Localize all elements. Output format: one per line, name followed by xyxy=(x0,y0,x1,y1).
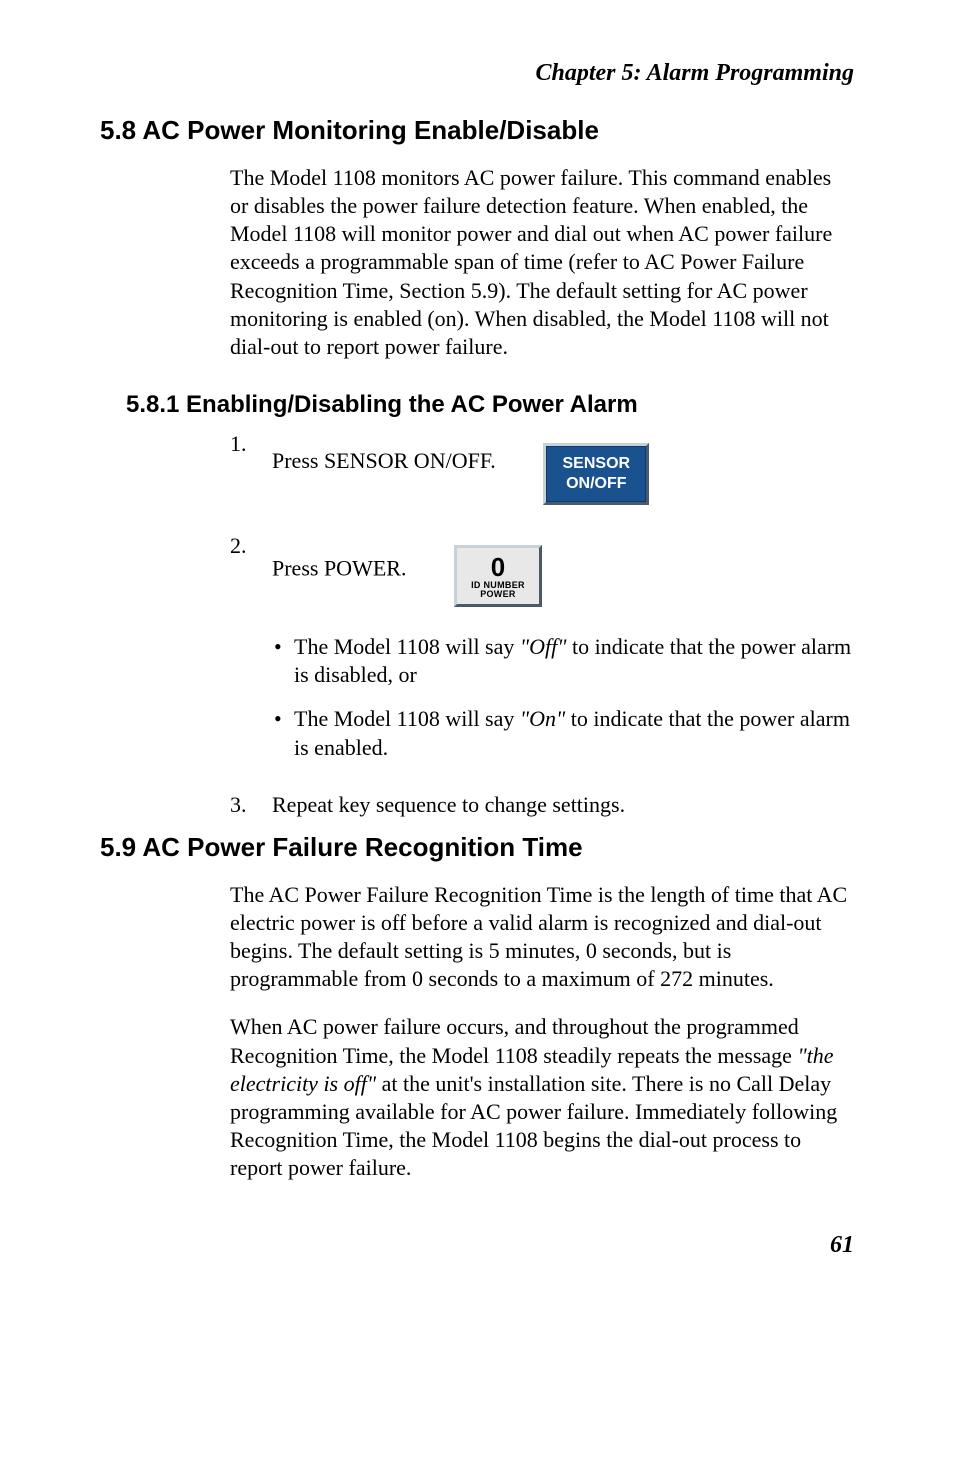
bullet-off-pre: The Model 1108 will say xyxy=(294,634,520,659)
steps-list: 1. Press SENSOR ON/OFF. SENSOR ON/OFF 2.… xyxy=(230,431,854,818)
section-5-9-para2: When AC power failure occurs, and throug… xyxy=(230,1013,854,1182)
section-5-9-para2-pre: When AC power failure occurs, and throug… xyxy=(230,1014,799,1067)
bullet-on-italic: "On" xyxy=(520,706,565,731)
bullet-on: The Model 1108 will say "On" to indicate… xyxy=(272,705,854,761)
step-1-number: 1. xyxy=(230,431,272,519)
page-number: 61 xyxy=(100,1232,854,1259)
bullet-off-italic: "Off" xyxy=(520,634,567,659)
sensor-key-line2: ON/OFF xyxy=(546,474,646,494)
sensor-onoff-key-icon: SENSOR ON/OFF xyxy=(543,443,649,505)
step-2-number: 2. xyxy=(230,533,272,778)
page-container: Chapter 5: Alarm Programming 5.8 AC Powe… xyxy=(0,0,954,1299)
step-2-body: Press POWER. 0 ID NUMBER POWER The Model… xyxy=(272,533,854,778)
section-5-9-para1: The AC Power Failure Recognition Time is… xyxy=(230,881,854,994)
bullet-on-pre: The Model 1108 will say xyxy=(294,706,520,731)
section-5-9-body: The AC Power Failure Recognition Time is… xyxy=(230,881,854,1183)
step-3-text: Repeat key sequence to change settings. xyxy=(272,792,625,817)
section-5-8-body: The Model 1108 monitors AC power failure… xyxy=(230,164,854,361)
step-2-bullets: The Model 1108 will say "Off" to indicat… xyxy=(272,633,854,762)
section-5-8-1-heading: 5.8.1 Enabling/Disabling the AC Power Al… xyxy=(126,391,854,419)
sensor-onoff-key: SENSOR ON/OFF xyxy=(543,443,649,505)
section-5-8-heading: 5.8 AC Power Monitoring Enable/Disable xyxy=(100,115,854,146)
section-5-8-paragraph: The Model 1108 monitors AC power failure… xyxy=(230,164,854,361)
sensor-key-line1: SENSOR xyxy=(546,454,646,474)
power-key-digit: 0 xyxy=(457,554,539,580)
step-1-body: Press SENSOR ON/OFF. SENSOR ON/OFF xyxy=(272,431,854,519)
step-1-text: Press SENSOR ON/OFF. xyxy=(272,448,496,473)
step-3-number: 3. xyxy=(230,792,272,818)
power-key-sub2: POWER xyxy=(457,590,539,599)
section-5-9-heading: 5.9 AC Power Failure Recognition Time xyxy=(100,832,854,863)
step-3-body: Repeat key sequence to change settings. xyxy=(272,792,854,818)
step-3: 3. Repeat key sequence to change setting… xyxy=(230,792,854,818)
bullet-off: The Model 1108 will say "Off" to indicat… xyxy=(272,633,854,689)
step-2-text: Press POWER. xyxy=(272,556,406,581)
power-key-icon: 0 ID NUMBER POWER xyxy=(454,545,542,607)
step-2: 2. Press POWER. 0 ID NUMBER POWER The Mo… xyxy=(230,533,854,778)
chapter-header: Chapter 5: Alarm Programming xyxy=(100,60,854,87)
power-key: 0 ID NUMBER POWER xyxy=(454,545,542,607)
step-1: 1. Press SENSOR ON/OFF. SENSOR ON/OFF xyxy=(230,431,854,519)
